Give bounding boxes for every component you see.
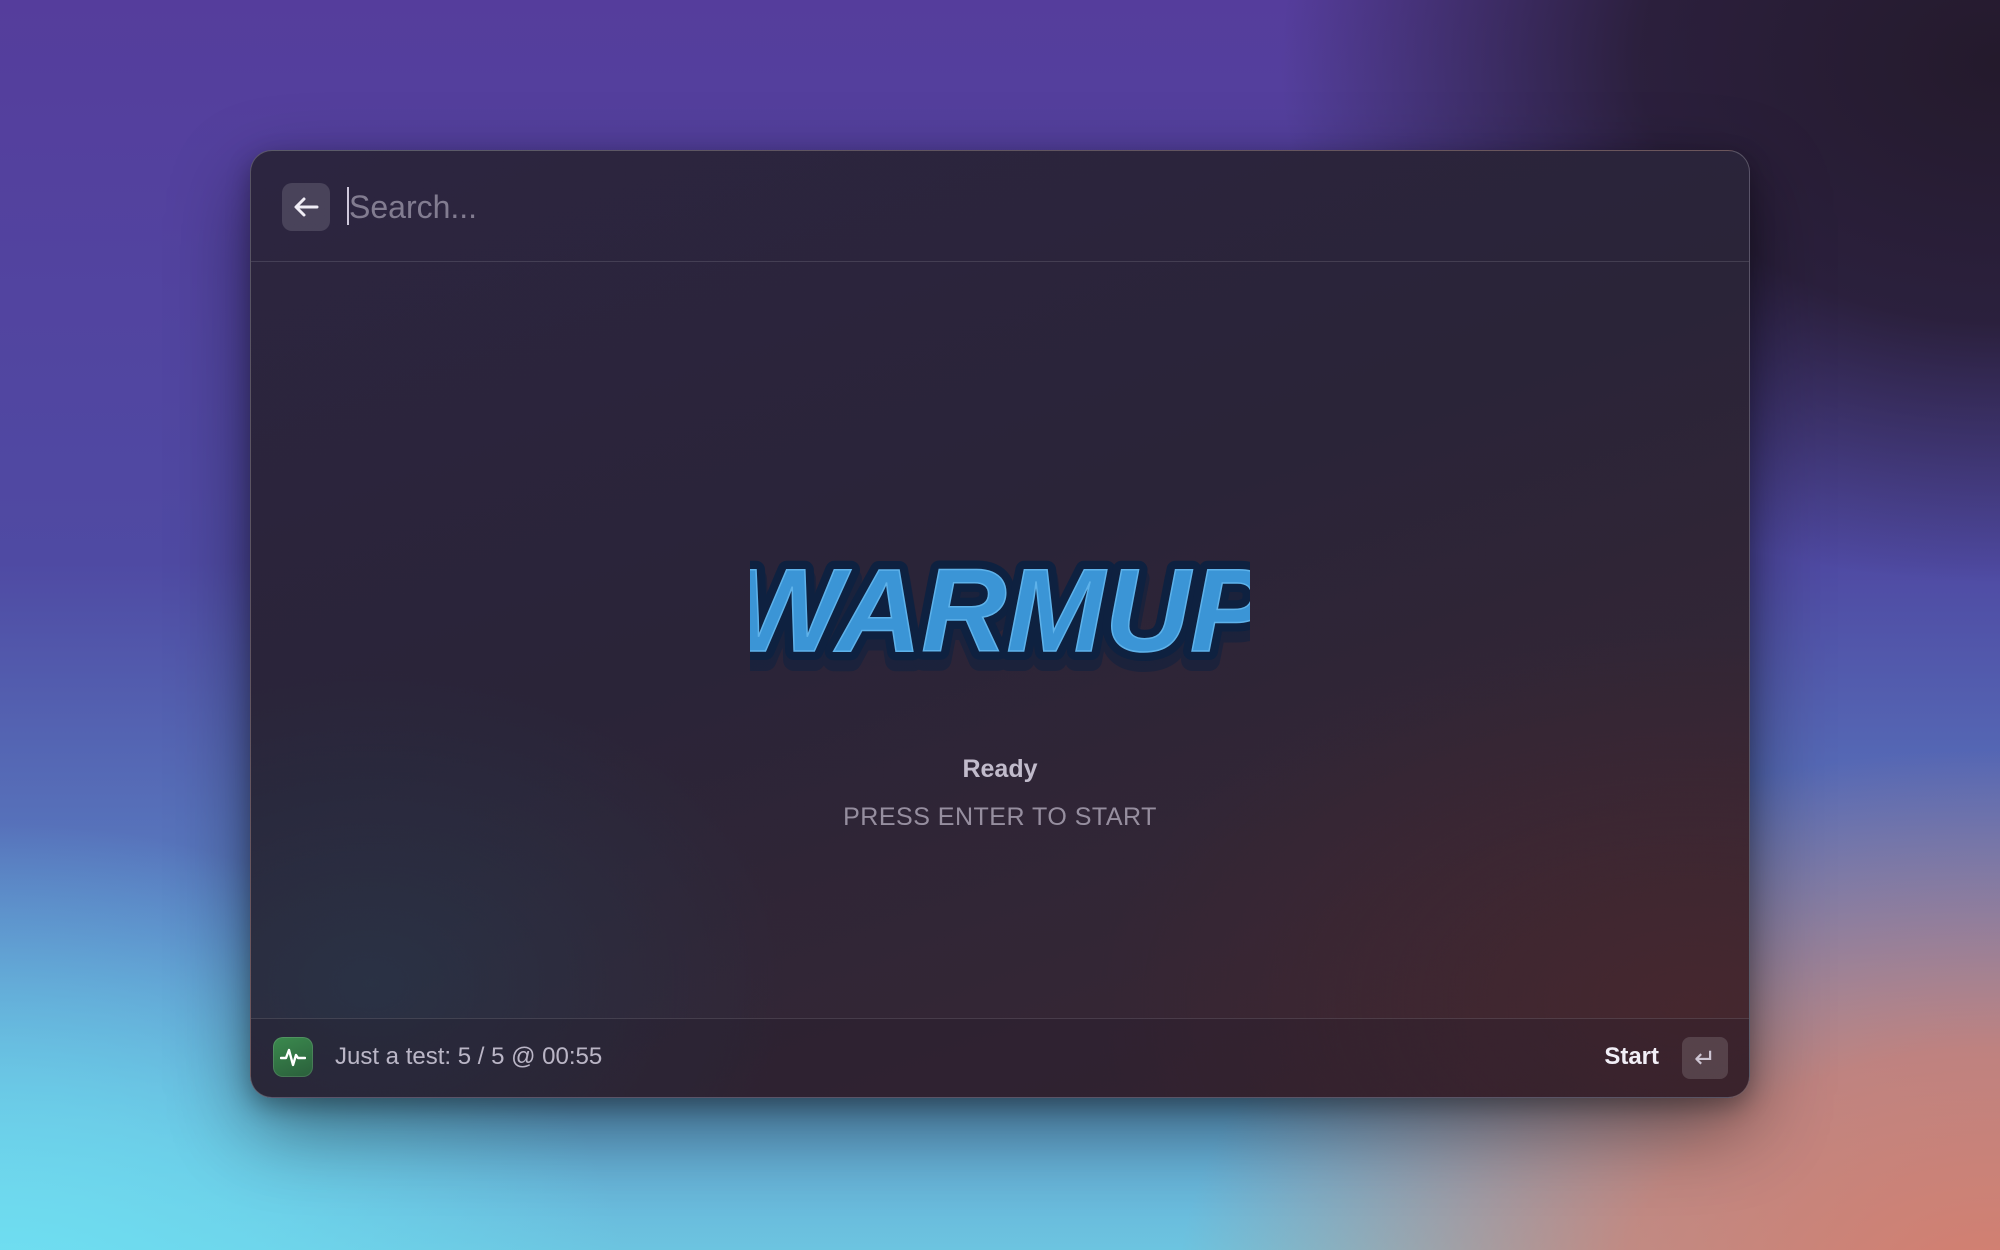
arrow-left-icon [293,196,319,218]
logo-fill-text: WARMUP [750,545,1250,677]
app-icon [273,1037,313,1077]
search-bar [251,151,1749,262]
footer-bar: Just a test: 5 / 5 @ 00:55 Start ↵ [251,1018,1749,1097]
status-subtitle: PRESS ENTER TO START [843,803,1157,831]
text-caret [347,187,349,225]
activity-pulse-icon [280,1046,306,1068]
back-button[interactable] [282,183,330,231]
return-key-icon: ↵ [1694,1042,1716,1073]
search-input[interactable] [347,179,1649,235]
warmup-logo: WARMUP WARMUP WARMUP [251,541,1749,696]
start-action-button[interactable]: Start [1604,1043,1659,1071]
footer-status-text: Just a test: 5 / 5 @ 00:55 [335,1043,603,1070]
launcher-window: WARMUP WARMUP WARMUP Ready PRESS ENTER T… [250,150,1750,1098]
status-title: Ready [962,755,1038,783]
enter-key-button[interactable]: ↵ [1682,1037,1728,1079]
